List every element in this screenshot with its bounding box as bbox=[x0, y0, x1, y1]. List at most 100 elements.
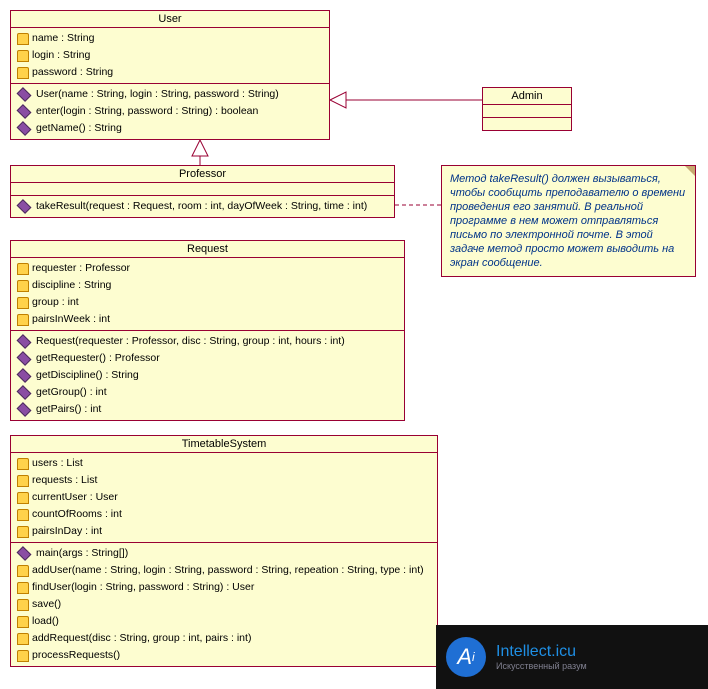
diamond-icon bbox=[17, 546, 32, 561]
attr-text: discipline : String bbox=[32, 278, 111, 293]
op-text: takeResult(request : Request, room : int… bbox=[36, 199, 367, 214]
attr-text: pairsInWeek : int bbox=[32, 312, 110, 327]
class-user: User name : String login : String passwo… bbox=[10, 10, 330, 140]
op-row: load() bbox=[11, 613, 437, 630]
op-text: enter(login : String, password : String)… bbox=[36, 104, 258, 119]
op-row: enter(login : String, password : String)… bbox=[11, 103, 329, 120]
op-text: findUser(login : String, password : Stri… bbox=[32, 580, 254, 595]
class-title: Request bbox=[11, 241, 404, 258]
diamond-icon bbox=[17, 351, 32, 366]
diamond-icon bbox=[17, 334, 32, 349]
attr-row: countOfRooms : int bbox=[11, 506, 437, 523]
lock-icon bbox=[17, 33, 29, 45]
diamond-icon bbox=[17, 385, 32, 400]
lock-icon bbox=[17, 509, 29, 521]
attr-text: name : String bbox=[32, 31, 94, 46]
empty-section bbox=[483, 105, 571, 118]
lock-icon bbox=[17, 599, 29, 611]
diamond-icon bbox=[17, 368, 32, 383]
op-row: Request(requester : Professor, disc : St… bbox=[11, 333, 404, 350]
op-text: getName() : String bbox=[36, 121, 122, 136]
diamond-icon bbox=[17, 199, 32, 214]
op-text: getGroup() : int bbox=[36, 385, 107, 400]
attr-row: name : String bbox=[11, 30, 329, 47]
attr-row: login : String bbox=[11, 47, 329, 64]
diamond-icon bbox=[17, 121, 32, 136]
lock-icon bbox=[17, 280, 29, 292]
empty-section bbox=[11, 183, 394, 196]
attr-text: password : String bbox=[32, 65, 113, 80]
attr-text: countOfRooms : int bbox=[32, 507, 122, 522]
lock-icon bbox=[17, 633, 29, 645]
attrs-section: users : List requests : List currentUser… bbox=[11, 453, 437, 543]
lock-icon bbox=[17, 458, 29, 470]
note-text: Метод takeResult() должен вызываться, чт… bbox=[450, 173, 685, 269]
op-text: getPairs() : int bbox=[36, 402, 101, 417]
class-title: TimetableSystem bbox=[11, 436, 437, 453]
lock-icon bbox=[17, 565, 29, 577]
diamond-icon bbox=[17, 87, 32, 102]
ops-section: User(name : String, login : String, pass… bbox=[11, 84, 329, 139]
attr-row: discipline : String bbox=[11, 277, 404, 294]
lock-icon bbox=[17, 650, 29, 662]
class-title: Admin bbox=[483, 88, 571, 105]
op-row: addUser(name : String, login : String, p… bbox=[11, 562, 437, 579]
class-title: Professor bbox=[11, 166, 394, 183]
ops-section: main(args : String[]) addUser(name : Str… bbox=[11, 543, 437, 666]
logo-icon: Ai bbox=[446, 637, 486, 677]
diamond-icon bbox=[17, 402, 32, 417]
op-row: addRequest(disc : String, group : int, p… bbox=[11, 630, 437, 647]
op-row: User(name : String, login : String, pass… bbox=[11, 86, 329, 103]
op-row: processRequests() bbox=[11, 647, 437, 664]
attr-row: pairsInDay : int bbox=[11, 523, 437, 540]
attr-text: pairsInDay : int bbox=[32, 524, 102, 539]
ops-section: Request(requester : Professor, disc : St… bbox=[11, 331, 404, 420]
op-row: takeResult(request : Request, room : int… bbox=[11, 198, 394, 215]
attr-row: currentUser : User bbox=[11, 489, 437, 506]
op-row: main(args : String[]) bbox=[11, 545, 437, 562]
op-row: getDiscipline() : String bbox=[11, 367, 404, 384]
class-admin: Admin bbox=[482, 87, 572, 131]
lock-icon bbox=[17, 314, 29, 326]
attr-row: password : String bbox=[11, 64, 329, 81]
watermark-subtitle: Искусственный разум bbox=[496, 661, 587, 671]
lock-icon bbox=[17, 616, 29, 628]
watermark: Ai Intellect.icu Искусственный разум bbox=[436, 625, 708, 689]
class-title: User bbox=[11, 11, 329, 28]
attr-text: users : List bbox=[32, 456, 83, 471]
op-row: save() bbox=[11, 596, 437, 613]
attrs-section: requester : Professor discipline : Strin… bbox=[11, 258, 404, 331]
attr-text: requests : List bbox=[32, 473, 97, 488]
diamond-icon bbox=[17, 104, 32, 119]
class-request: Request requester : Professor discipline… bbox=[10, 240, 405, 421]
op-text: getDiscipline() : String bbox=[36, 368, 139, 383]
watermark-title: Intellect.icu bbox=[496, 643, 587, 661]
op-row: getName() : String bbox=[11, 120, 329, 137]
op-text: Request(requester : Professor, disc : St… bbox=[36, 334, 345, 349]
lock-icon bbox=[17, 263, 29, 275]
ops-section: takeResult(request : Request, room : int… bbox=[11, 196, 394, 217]
op-text: addRequest(disc : String, group : int, p… bbox=[32, 631, 251, 646]
lock-icon bbox=[17, 297, 29, 309]
empty-section bbox=[483, 118, 571, 130]
op-text: User(name : String, login : String, pass… bbox=[36, 87, 279, 102]
op-text: load() bbox=[32, 614, 59, 629]
attr-row: requester : Professor bbox=[11, 260, 404, 277]
lock-icon bbox=[17, 67, 29, 79]
attr-row: users : List bbox=[11, 455, 437, 472]
op-row: getPairs() : int bbox=[11, 401, 404, 418]
lock-icon bbox=[17, 492, 29, 504]
op-text: main(args : String[]) bbox=[36, 546, 128, 561]
attr-text: login : String bbox=[32, 48, 90, 63]
lock-icon bbox=[17, 50, 29, 62]
lock-icon bbox=[17, 582, 29, 594]
lock-icon bbox=[17, 475, 29, 487]
watermark-text: Intellect.icu Искусственный разум bbox=[496, 643, 587, 671]
op-text: save() bbox=[32, 597, 61, 612]
op-text: getRequester() : Professor bbox=[36, 351, 160, 366]
attr-row: pairsInWeek : int bbox=[11, 311, 404, 328]
lock-icon bbox=[17, 526, 29, 538]
attr-row: group : int bbox=[11, 294, 404, 311]
op-text: processRequests() bbox=[32, 648, 120, 663]
note-box: Метод takeResult() должен вызываться, чт… bbox=[441, 165, 696, 277]
